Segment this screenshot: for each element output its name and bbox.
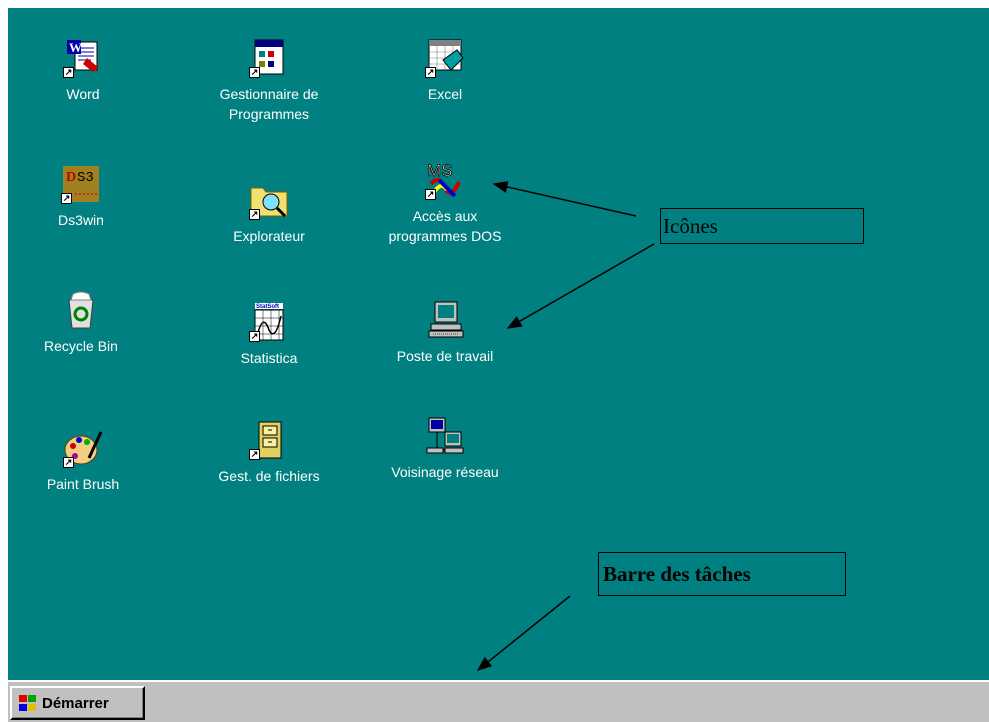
annotation-arrows bbox=[476, 181, 655, 671]
start-button[interactable]: Démarrer bbox=[10, 686, 145, 720]
arrow-to-my-computer-icon bbox=[506, 243, 655, 329]
start-button-label: Démarrer bbox=[42, 694, 109, 712]
windows-logo-icon bbox=[18, 694, 38, 712]
arrow-to-ms-dos-icon bbox=[492, 181, 637, 217]
taskbar: Démarrer bbox=[8, 680, 989, 722]
desktop: W ↗ Word D S3 ↗ Ds3win Recycle Bin ↗ Pai… bbox=[8, 8, 989, 684]
arrow-to-taskbar bbox=[476, 595, 571, 671]
